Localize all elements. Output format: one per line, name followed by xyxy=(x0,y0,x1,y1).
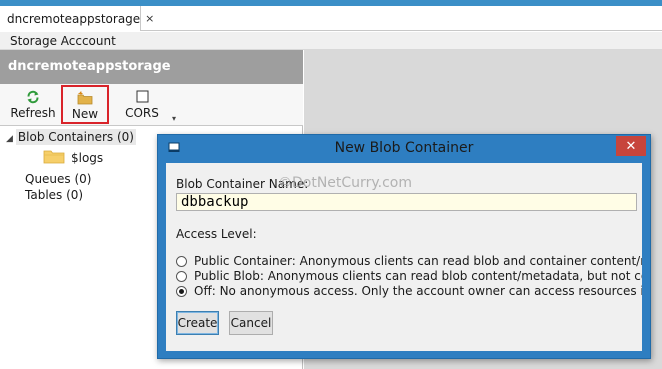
toolbar-overflow-icon[interactable]: ▾ xyxy=(172,114,176,123)
radio-public-blob-label: Public Blob: Anonymous clients can read … xyxy=(194,269,642,283)
new-button[interactable]: New xyxy=(61,85,109,124)
expand-arrow-icon[interactable]: ◢ xyxy=(6,134,13,144)
radio-public-container-circle[interactable] xyxy=(176,255,187,267)
new-blob-container-dialog: New Blob Container ✕ Blob Container Name… xyxy=(157,134,651,359)
create-button[interactable]: Create xyxy=(176,311,219,335)
dialog-title: New Blob Container xyxy=(334,140,474,156)
toolbar: Refresh New CORS ▾ xyxy=(0,84,303,126)
tab-close-icon[interactable]: × xyxy=(145,12,154,25)
access-level-label: Access Level: xyxy=(176,227,257,241)
tab-storage-account[interactable]: dncremoteappstorage × xyxy=(0,6,154,31)
radio-public-blob[interactable]: Public Blob: Anonymous clients can read … xyxy=(176,269,642,283)
watermark: ©DotNetCurry.com xyxy=(278,175,412,191)
new-label: New xyxy=(71,107,99,121)
menu-bar: Storage Acccount xyxy=(0,32,662,50)
refresh-label: Refresh xyxy=(10,106,56,120)
dialog-title-bar[interactable]: New Blob Container ✕ xyxy=(158,135,650,161)
tree-item-queues[interactable]: Queues (0) xyxy=(25,172,92,186)
blob-containers-label: Blob Containers (0) xyxy=(15,129,136,145)
radio-public-container[interactable]: Public Container: Anonymous clients can … xyxy=(176,254,642,268)
folder-icon xyxy=(43,148,65,167)
tree-item-tables[interactable]: Tables (0) xyxy=(25,188,83,202)
cancel-button[interactable]: Cancel xyxy=(229,311,273,335)
radio-public-container-label: Public Container: Anonymous clients can … xyxy=(194,254,642,268)
tab-title: dncremoteappstorage xyxy=(7,11,141,26)
new-folder-icon xyxy=(77,89,93,106)
container-name-input[interactable]: dbbackup xyxy=(176,193,637,211)
logs-label: $logs xyxy=(71,150,104,165)
cors-button[interactable]: CORS xyxy=(117,86,167,123)
menu-storage-account[interactable]: Storage Acccount xyxy=(10,34,116,48)
radio-off-circle[interactable] xyxy=(176,285,187,297)
cors-icon xyxy=(136,88,149,105)
tree-item-blob-containers[interactable]: ◢ Blob Containers (0) xyxy=(6,129,156,145)
radio-off[interactable]: Off: No anonymous access. Only the accou… xyxy=(176,284,642,298)
tab-strip: dncremoteappstorage × xyxy=(0,6,662,31)
refresh-button[interactable]: Refresh xyxy=(8,86,58,123)
radio-off-label: Off: No anonymous access. Only the accou… xyxy=(194,284,642,298)
account-header: dncremoteappstorage xyxy=(0,50,303,84)
refresh-icon xyxy=(26,88,40,105)
radio-public-blob-circle[interactable] xyxy=(176,270,187,282)
cors-label: CORS xyxy=(125,106,159,120)
dialog-body: Blob Container Name: ©DotNetCurry.com db… xyxy=(166,163,642,351)
tree-item-logs[interactable]: $logs xyxy=(43,148,103,167)
dialog-close-button[interactable]: ✕ xyxy=(616,136,646,156)
